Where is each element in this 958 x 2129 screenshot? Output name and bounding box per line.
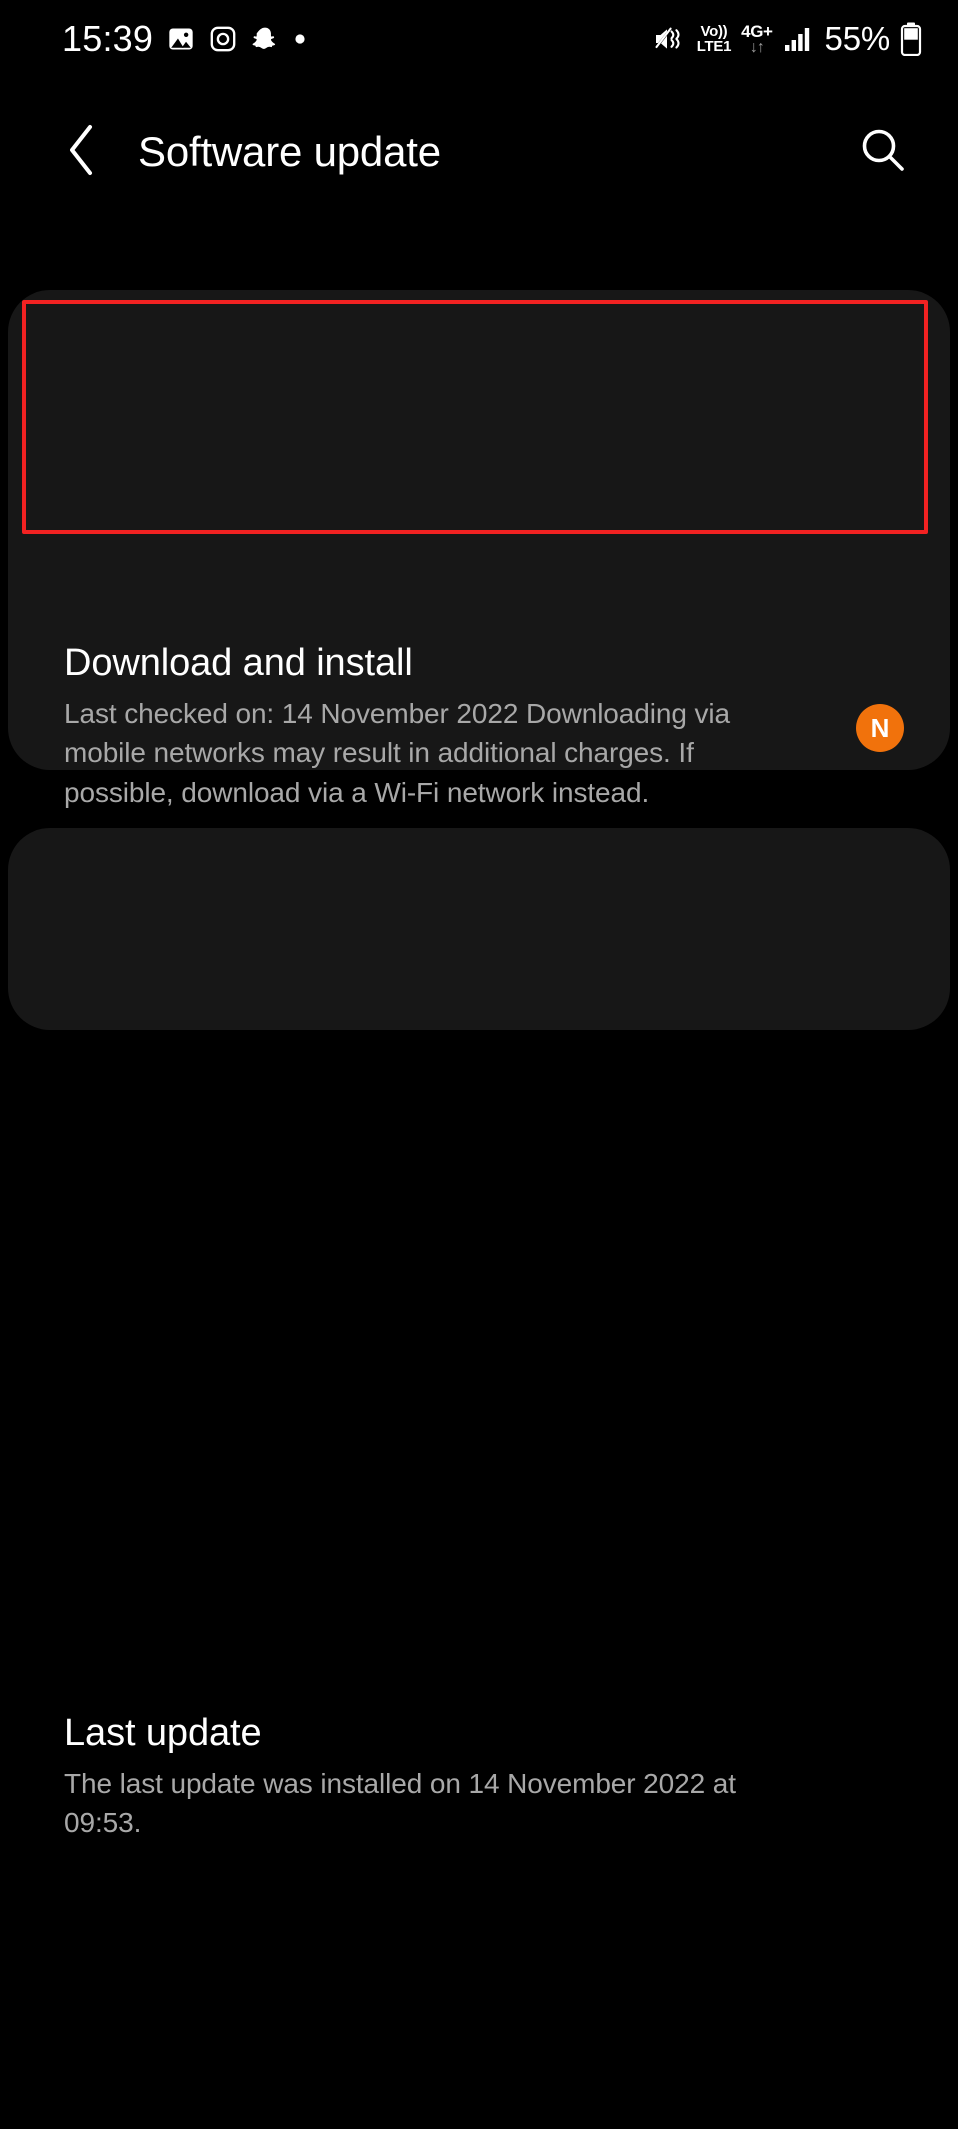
status-bar-right: Vo)) LTE1 4G+ ↓↑ 55% bbox=[653, 20, 922, 58]
download-and-install-title: Download and install bbox=[64, 642, 413, 684]
status-bar-left: 15:39 bbox=[62, 21, 307, 57]
dot-indicator-icon bbox=[293, 32, 307, 46]
last-update-row: Last update The last update was installe… bbox=[8, 1712, 950, 1843]
snapchat-icon bbox=[251, 25, 279, 53]
signal-bars-icon bbox=[783, 25, 813, 53]
software-update-card: Download and install Last checked on: 14… bbox=[8, 290, 950, 1024]
battery-icon bbox=[900, 22, 922, 56]
download-and-install-subtitle: Last checked on: 14 November 2022 Downlo… bbox=[64, 697, 730, 809]
network-type-indicator: 4G+ ↓↑ bbox=[741, 21, 773, 56]
back-button[interactable] bbox=[54, 124, 110, 180]
network-generation-label: 4G+ bbox=[741, 21, 773, 41]
status-clock: 15:39 bbox=[62, 18, 154, 59]
last-update-subtitle: The last update was installed on 14 Nove… bbox=[64, 1767, 736, 1839]
volte-line-2: LTE1 bbox=[696, 38, 732, 55]
search-button[interactable] bbox=[852, 121, 914, 183]
last-update-card: Last update The last update was installe… bbox=[8, 828, 950, 1838]
download-and-install-row[interactable]: Download and install Last checked on: 14… bbox=[8, 642, 950, 813]
volte-indicator: Vo)) LTE1 bbox=[696, 23, 732, 55]
volte-line-1: Vo)) bbox=[700, 23, 728, 40]
battery-percent-label: 55% bbox=[824, 20, 891, 57]
sound-muted-icon bbox=[653, 24, 687, 54]
search-icon bbox=[857, 124, 909, 181]
last-update-text: Last update The last update was installe… bbox=[64, 1712, 784, 1843]
back-chevron-icon bbox=[64, 122, 100, 183]
page-title: Software update bbox=[138, 128, 441, 175]
data-arrows-icon: ↓↑ bbox=[749, 38, 765, 56]
status-bar: 15:39 Vo)) LTE1 4G+ ↓↑ 55% bbox=[0, 0, 958, 78]
instagram-icon bbox=[209, 25, 237, 53]
last-update-title: Last update bbox=[64, 1712, 262, 1754]
photos-icon bbox=[167, 25, 195, 53]
download-and-install-text: Download and install Last checked on: 14… bbox=[64, 642, 764, 813]
new-update-badge: N bbox=[856, 704, 904, 752]
app-bar: Software update bbox=[0, 104, 958, 200]
